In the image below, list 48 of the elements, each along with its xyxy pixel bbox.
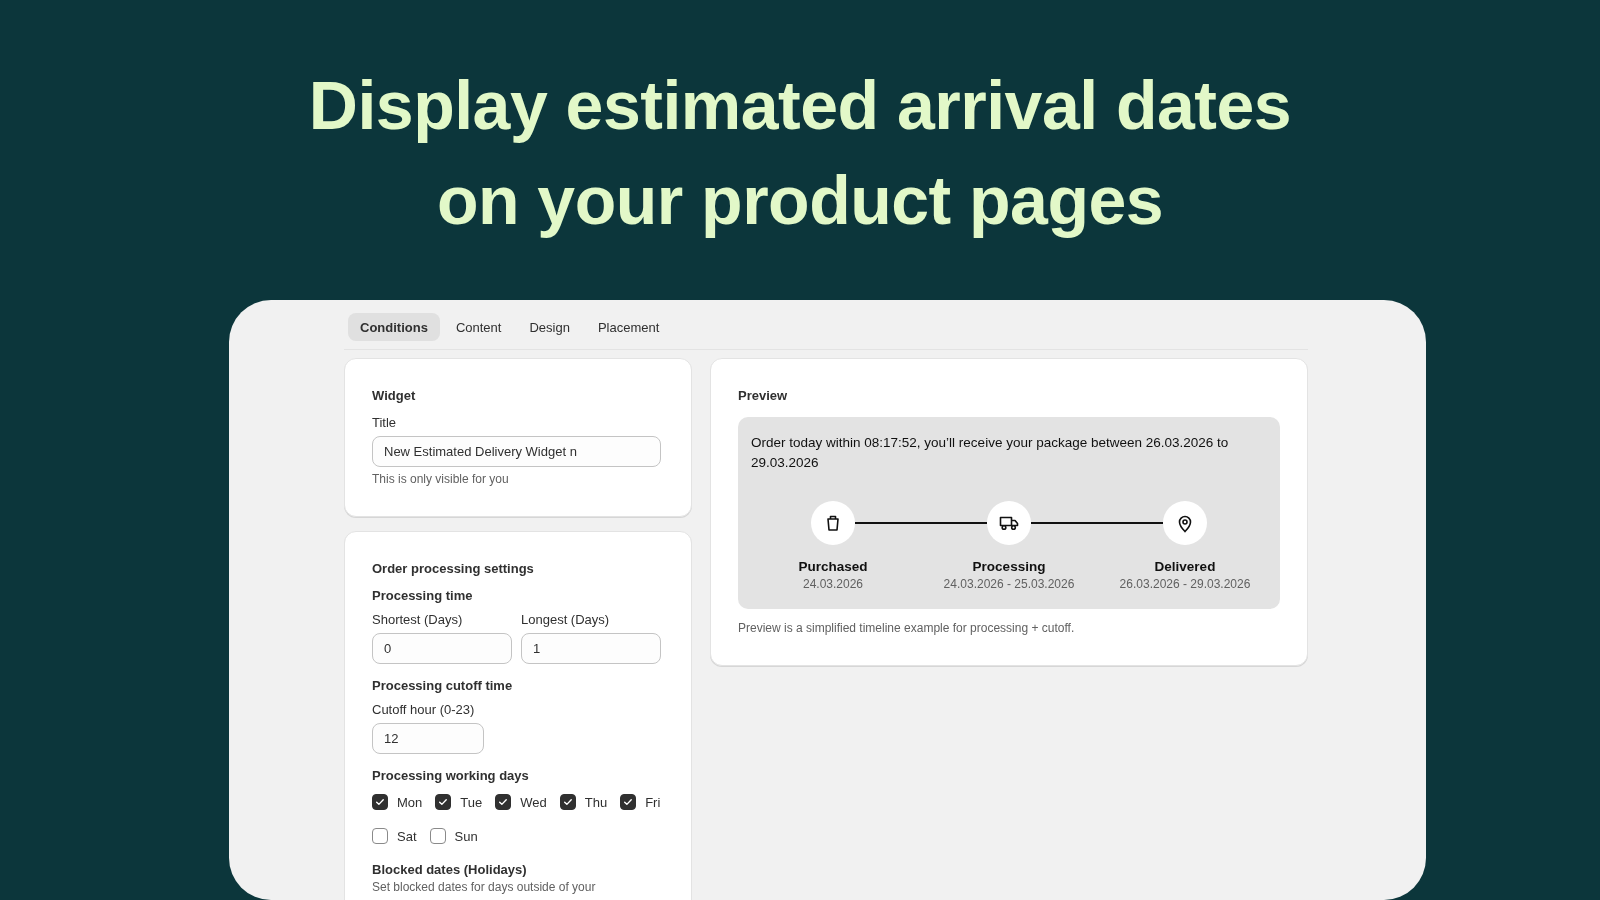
- tab[interactable]: Content: [443, 313, 514, 341]
- step-date: 24.03.2026 - 25.03.2026: [943, 577, 1075, 591]
- help-text: This is only visible for you: [372, 472, 510, 486]
- tab[interactable]: Conditions: [348, 313, 440, 341]
- checkbox[interactable]: [435, 794, 452, 810]
- step-date: 24.03.2026: [802, 577, 864, 591]
- bag-icon: [825, 514, 841, 532]
- step-label: Purchased: [798, 559, 868, 574]
- delivery-message: Order today within 08:17:52, you’ll receive your package between 26.03.2026 to 29.03.2026: [751, 434, 1230, 472]
- truck-icon: [999, 515, 1019, 531]
- help-text: Set blocked dates for days outside of your: [372, 880, 597, 894]
- day-label: Wed: [520, 794, 547, 810]
- tab[interactable]: Placement: [585, 313, 672, 341]
- day-label: Fri: [645, 794, 661, 810]
- subheading: Processing working days: [372, 768, 530, 783]
- day-label: Sat: [397, 828, 417, 844]
- location-pin-icon: [1177, 513, 1193, 533]
- input-field[interactable]: 12: [372, 723, 484, 754]
- field-label: Title: [372, 415, 398, 430]
- section-heading: Preview: [738, 388, 789, 403]
- checkbox[interactable]: [495, 794, 512, 810]
- subheading: Processing cutoff time: [372, 678, 514, 693]
- tab[interactable]: Design: [517, 313, 582, 341]
- checkbox[interactable]: [559, 794, 576, 810]
- day-label: Thu: [584, 794, 608, 810]
- field-label: Cutoff hour (0-23): [372, 702, 476, 717]
- checkbox[interactable]: [372, 828, 388, 844]
- headline: on your product pages: [436, 161, 1164, 240]
- day-label: Mon: [397, 794, 423, 810]
- checkbox[interactable]: [429, 828, 446, 844]
- section-heading: Widget: [372, 388, 417, 403]
- checkbox[interactable]: [372, 794, 388, 810]
- preview-note: Preview is a simplified timeline example for processing + cutoff.: [738, 621, 1076, 635]
- subheading: Processing time: [372, 588, 474, 603]
- field-label: Longest (Days): [521, 612, 611, 627]
- step-label: Processing: [972, 559, 1046, 574]
- input-field[interactable]: 1: [521, 633, 661, 664]
- step-date: 26.03.2026 - 29.03.2026: [1119, 577, 1251, 591]
- checkbox[interactable]: [620, 794, 637, 810]
- subheading: Blocked dates (Holidays): [372, 862, 528, 877]
- day-label: Sun: [454, 828, 478, 844]
- step-label: Delivered: [1154, 559, 1216, 574]
- field-label: Shortest (Days): [372, 612, 464, 627]
- day-label: Tue: [460, 794, 483, 810]
- input-field[interactable]: New Estimated Delivery Widget n: [372, 436, 661, 467]
- headline: Display estimated arrival dates: [308, 66, 1292, 145]
- section-heading: Order processing settings: [372, 561, 535, 576]
- input-field[interactable]: 0: [372, 633, 512, 664]
